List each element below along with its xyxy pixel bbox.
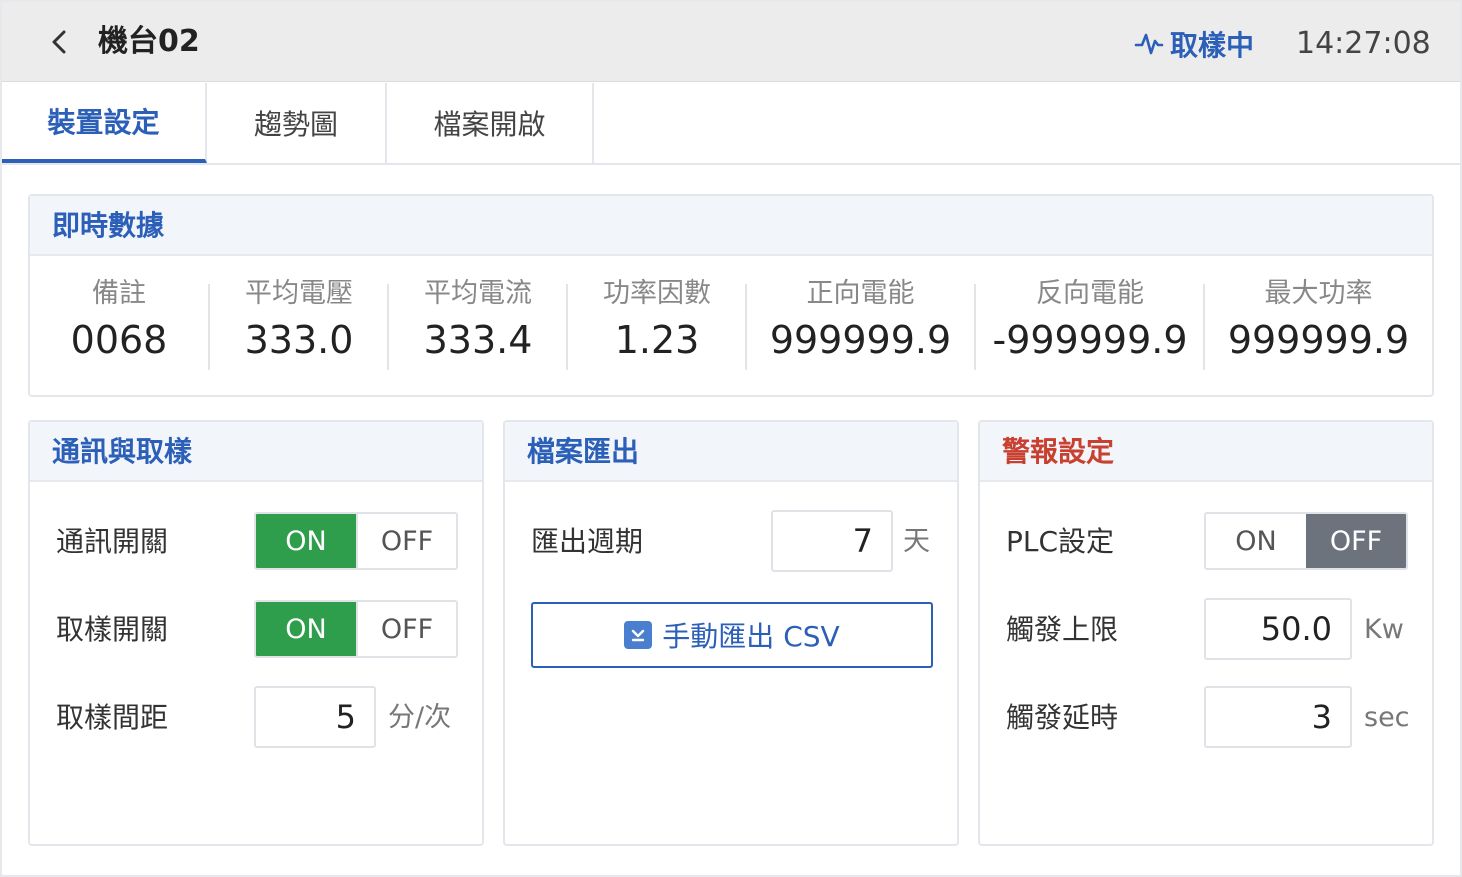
manual-export-csv-button[interactable]: 手動匯出 CSV (531, 602, 933, 668)
export-period-input[interactable] (771, 510, 893, 572)
stat-label: 正向電能 (806, 278, 915, 309)
comm-card-header: 通訊與取樣 (30, 422, 482, 482)
export-card: 檔案匯出 匯出週期 天 手動匯出 CSV (503, 420, 959, 846)
pulse-icon (1134, 33, 1164, 55)
stat-value: 999999.9 (1227, 318, 1410, 362)
plc-label: PLC設定 (1006, 525, 1115, 558)
alarm-card: 警報設定 PLC設定 ON OFF 觸發上限 Kw 觸發延時 sec (978, 420, 1434, 846)
comm-card: 通訊與取樣 通訊開關 ON OFF 取樣開關 ON OFF 取樣間距 分/次 (28, 420, 484, 846)
export-period-label: 匯出週期 (531, 525, 644, 558)
page-title: 機台02 (98, 24, 200, 59)
tab-device-settings[interactable]: 裝置設定 (2, 83, 207, 163)
sampling-status-label: 取樣中 (1170, 29, 1255, 62)
alarm-card-header: 警報設定 (980, 422, 1432, 482)
realtime-card: 即時數據 備註 0068 平均電壓 333.0 平均電流 333.4 功率因數 … (28, 194, 1434, 397)
stat-label: 功率因數 (603, 278, 711, 309)
stat-label: 平均電流 (424, 278, 532, 309)
back-button[interactable] (42, 22, 78, 62)
sample-switch-on[interactable]: ON (256, 602, 356, 656)
export-card-header: 檔案匯出 (505, 422, 957, 482)
tab-file-open[interactable]: 檔案開啟 (387, 83, 594, 163)
upper-limit-unit: Kw (1364, 614, 1404, 645)
comm-switch-label: 通訊開關 (56, 525, 169, 558)
plc-toggle: ON OFF (1204, 512, 1408, 570)
stat-max-power: 最大功率 999999.9 (1205, 276, 1432, 376)
interval-input[interactable] (254, 686, 376, 748)
header-bar: 機台02 取樣中 14:27:08 (2, 2, 1460, 82)
stat-avg-voltage: 平均電壓 333.0 (210, 276, 388, 376)
stat-value: 1.23 (614, 318, 700, 362)
manual-export-csv-label: 手動匯出 CSV (662, 620, 840, 653)
trigger-delay-unit: sec (1364, 702, 1410, 733)
plc-off[interactable]: OFF (1306, 514, 1406, 568)
plc-on[interactable]: ON (1206, 514, 1306, 568)
stat-remark: 備註 0068 (30, 276, 208, 376)
upper-limit-label: 觸發上限 (1006, 613, 1119, 646)
tab-bar: 裝置設定 趨勢圖 檔案開啟 (2, 83, 1460, 165)
stat-label: 備註 (92, 278, 146, 309)
stat-avg-current: 平均電流 333.4 (389, 276, 567, 376)
sample-switch-off[interactable]: OFF (356, 602, 456, 656)
stat-value: 333.0 (244, 318, 354, 362)
export-title: 檔案匯出 (527, 435, 640, 468)
comm-title: 通訊與取樣 (52, 435, 193, 468)
interval-unit: 分/次 (388, 702, 452, 733)
chevron-left-icon (52, 30, 66, 54)
interval-label: 取樣間距 (56, 701, 169, 734)
stat-label: 平均電壓 (245, 278, 353, 309)
stat-power-factor: 功率因數 1.23 (568, 276, 746, 376)
alarm-title: 警報設定 (1002, 435, 1115, 468)
tab-trend-chart[interactable]: 趨勢圖 (207, 83, 387, 163)
trigger-delay-input[interactable] (1204, 686, 1352, 748)
stat-label: 最大功率 (1264, 278, 1373, 309)
upper-limit-input[interactable] (1204, 598, 1352, 660)
sampling-status: 取樣中 (1134, 24, 1254, 64)
comm-switch-toggle: ON OFF (254, 512, 458, 570)
stat-value: 333.4 (423, 318, 533, 362)
clock: 14:27:08 (1296, 26, 1431, 61)
stat-value: 999999.9 (769, 318, 952, 362)
sample-switch-toggle: ON OFF (254, 600, 458, 658)
export-period-unit: 天 (903, 526, 930, 557)
stat-forward-energy: 正向電能 999999.9 (747, 276, 974, 376)
stat-reverse-energy: 反向電能 -999999.9 (976, 276, 1204, 376)
download-icon (624, 621, 653, 649)
stat-value: -999999.9 (992, 318, 1188, 362)
stat-value: 0068 (70, 318, 168, 362)
realtime-title: 即時數據 (52, 209, 165, 242)
trigger-delay-label: 觸發延時 (1006, 701, 1119, 734)
comm-switch-off[interactable]: OFF (356, 514, 456, 568)
stat-label: 反向電能 (1036, 278, 1144, 309)
comm-switch-on[interactable]: ON (256, 514, 356, 568)
sample-switch-label: 取樣開關 (56, 613, 169, 646)
realtime-card-header: 即時數據 (30, 196, 1432, 256)
